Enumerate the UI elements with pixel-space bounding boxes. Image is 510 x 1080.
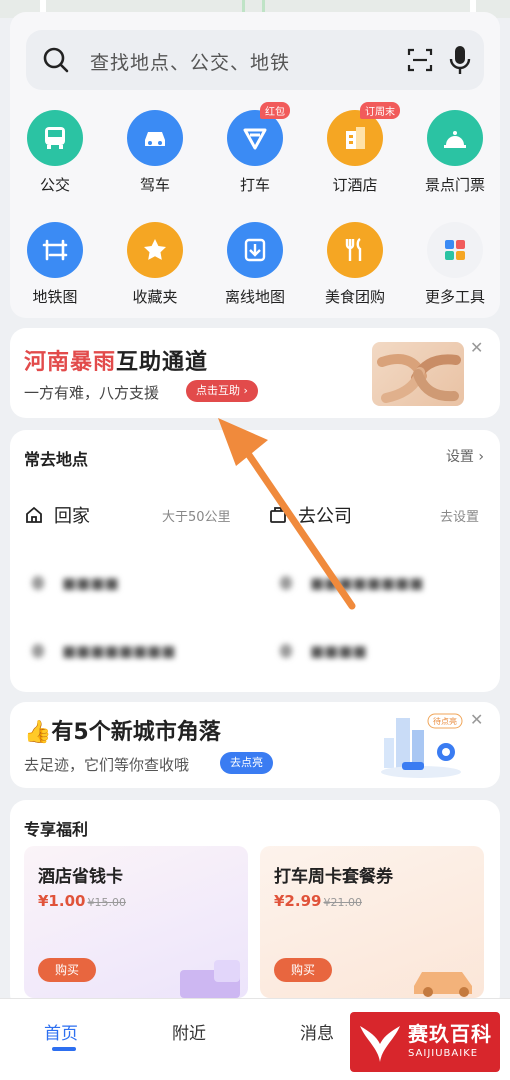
tool-label: 驾车 xyxy=(139,176,170,194)
nav-messages[interactable]: 消息 xyxy=(300,1019,334,1044)
section-title: 专享福利 xyxy=(24,820,89,839)
tool-offline-map[interactable]: 离线地图 xyxy=(206,222,304,314)
section-title: 常去地点 xyxy=(24,450,89,469)
tool-label: 打车 xyxy=(239,176,270,194)
rain-help-banner[interactable]: 河南暴雨互助通道 一方有难，八方支援 点击互助 › ✕ xyxy=(10,328,500,418)
tool-label: 公交 xyxy=(39,176,70,194)
tool-scenic[interactable]: 景点门票 xyxy=(406,110,504,202)
blurred-place[interactable]: ■■■■■■■■ xyxy=(280,572,423,594)
watermark-logo: 赛玖百科 SAIJIUBAIKE xyxy=(350,1012,500,1072)
city-illustration: 待点亮 xyxy=(381,713,463,778)
tool-drive[interactable]: 驾车 xyxy=(106,110,204,202)
tool-label: 收藏夹 xyxy=(132,288,178,306)
tool-bus[interactable]: 公交 xyxy=(6,110,104,202)
work-place[interactable]: 去公司 去设置 xyxy=(268,500,488,530)
scenic-icon xyxy=(427,110,483,166)
buy-button[interactable]: 购买 xyxy=(274,958,332,982)
benefit-price: ¥1.00 ¥15.00 xyxy=(38,892,126,910)
help-button[interactable]: 点击互助 › xyxy=(186,380,258,402)
tool-label: 景点门票 xyxy=(424,176,485,194)
red-packet-badge: 红包 xyxy=(260,102,290,119)
watermark-brand: 赛玖百科 xyxy=(408,1022,492,1046)
tool-label: 离线地图 xyxy=(224,288,285,306)
hotel-saver-card[interactable]: 酒店省钱卡 ¥1.00 ¥15.00 购买 xyxy=(24,846,248,998)
car-illustration xyxy=(414,972,472,997)
grid-icon xyxy=(427,222,483,278)
scan-icon[interactable] xyxy=(406,46,434,74)
tool-hotel[interactable]: 订周末 订酒店 xyxy=(306,102,404,202)
food-icon xyxy=(327,222,383,278)
bed-illustration xyxy=(180,960,240,998)
close-icon[interactable]: ✕ xyxy=(470,710,483,729)
blurred-place[interactable]: ■■■■■■■■ xyxy=(32,640,175,662)
pending-tag: 待点亮 xyxy=(433,716,457,726)
home-place[interactable]: 回家 大于50公里 xyxy=(24,500,254,530)
buy-button[interactable]: 购买 xyxy=(38,958,96,982)
search-bar[interactable]: 查找地点、公交、地铁 xyxy=(26,30,484,90)
tool-label: 更多工具 xyxy=(424,288,485,306)
tool-subway-map[interactable]: 地铁图 xyxy=(6,222,104,314)
tools-panel: 查找地点、公交、地铁 公交 驾车 红包 打车 订周末 订酒店 景点门票 地铁图 … xyxy=(10,12,500,318)
tool-more[interactable]: 更多工具 xyxy=(406,222,504,314)
benefits-card: 专享福利 酒店省钱卡 ¥1.00 ¥15.00 购买 打车周卡套餐券 ¥2.99 ¥… xyxy=(10,800,500,1010)
work-setup-link[interactable]: 去设置 xyxy=(440,506,479,525)
car-icon xyxy=(127,110,183,166)
settings-link[interactable]: 设置 › xyxy=(446,446,484,466)
benefit-title: 酒店省钱卡 xyxy=(38,867,123,887)
tool-label: 地铁图 xyxy=(32,288,78,306)
taxi-weekly-card[interactable]: 打车周卡套餐券 ¥2.99 ¥21.00 购买 xyxy=(260,846,484,998)
tool-favorites[interactable]: 收藏夹 xyxy=(106,222,204,314)
hands-image xyxy=(372,342,464,406)
star-icon xyxy=(127,222,183,278)
search-input[interactable]: 查找地点、公交、地铁 xyxy=(90,48,290,75)
nav-nearby[interactable]: 附近 xyxy=(172,1019,206,1044)
bus-icon xyxy=(27,110,83,166)
weekend-badge: 订周末 xyxy=(360,102,400,119)
subway-icon xyxy=(27,222,83,278)
microphone-icon[interactable] xyxy=(446,44,474,76)
work-label: 去公司 xyxy=(298,506,352,527)
frequent-places-card: 常去地点 设置 › 回家 大于50公里 去公司 去设置 ■■■■ ■■■■■■■… xyxy=(10,430,500,692)
close-icon[interactable]: ✕ xyxy=(470,338,483,357)
home-distance: 大于50公里 xyxy=(162,509,231,525)
briefcase-icon xyxy=(270,507,286,523)
tool-label: 订酒店 xyxy=(332,176,378,194)
banner-subtitle: 一方有难，八方支援 xyxy=(24,384,160,402)
blurred-place[interactable]: ■■■■ xyxy=(32,572,119,594)
tool-taxi[interactable]: 红包 打车 xyxy=(206,102,304,202)
download-icon xyxy=(227,222,283,278)
search-icon xyxy=(43,47,69,73)
benefit-price: ¥2.99 ¥21.00 xyxy=(274,892,362,910)
tool-label: 美食团购 xyxy=(324,288,385,306)
city-subtitle: 去足迹，它们等你查收哦 xyxy=(24,756,190,774)
home-label: 回家 xyxy=(54,506,90,527)
light-up-button[interactable]: 去点亮 xyxy=(220,752,273,774)
tool-food[interactable]: 美食团购 xyxy=(306,222,404,314)
home-icon xyxy=(26,506,42,523)
city-corners-card[interactable]: 👍有5个新城市角落 去足迹，它们等你查收哦 去点亮 待点亮 ✕ xyxy=(10,702,500,788)
blurred-place[interactable]: ■■■■ xyxy=(280,640,367,662)
whale-tail-icon xyxy=(360,1026,400,1062)
benefit-title: 打车周卡套餐券 xyxy=(274,867,393,887)
city-title: 👍有5个新城市角落 xyxy=(24,720,221,745)
watermark-subtitle: SAIJIUBAIKE xyxy=(408,1048,479,1059)
banner-title: 河南暴雨互助通道 xyxy=(24,350,209,375)
nav-home[interactable]: 首页 xyxy=(44,1019,78,1044)
nav-active-indicator xyxy=(52,1047,76,1051)
